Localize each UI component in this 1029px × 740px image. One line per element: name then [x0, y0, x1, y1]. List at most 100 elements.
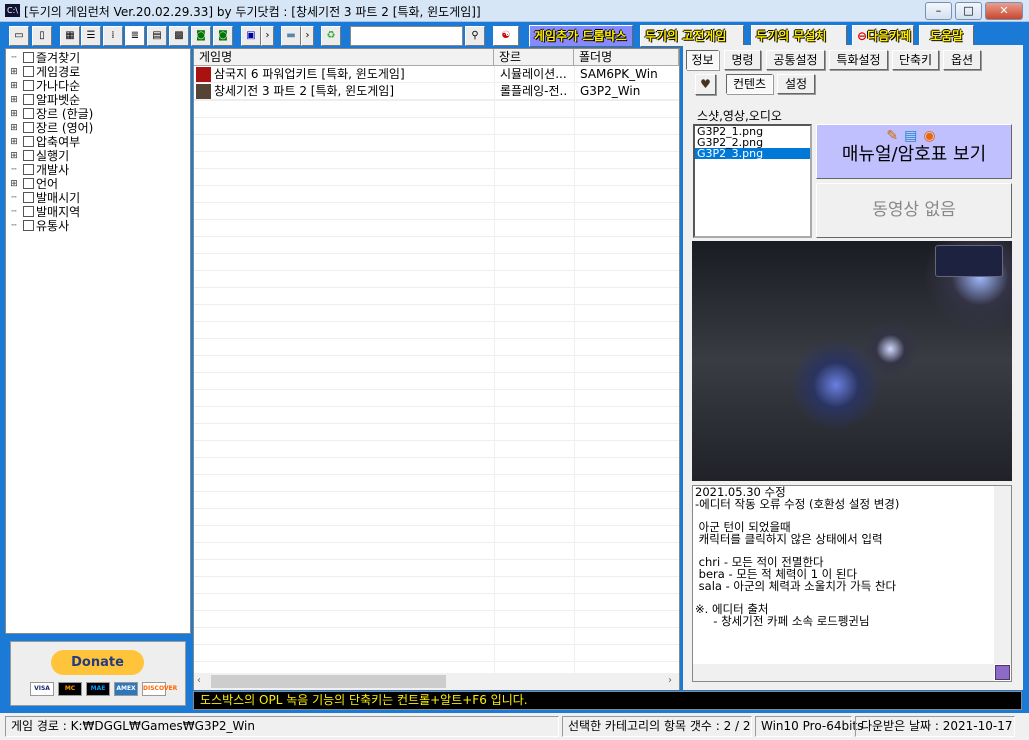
checkbox[interactable] [23, 192, 34, 203]
column-header-genre[interactable]: 장르 [494, 49, 574, 66]
grid-line [194, 661, 679, 662]
expand-icon[interactable]: ⊞ [10, 180, 18, 189]
tree-item[interactable]: ⊞ 압축여부 [6, 135, 190, 149]
favorite-heart-icon[interactable]: ♥ [695, 74, 716, 95]
column-header-folder[interactable]: 폴더명 [574, 49, 679, 66]
column-header-name[interactable]: 게임명 [194, 49, 494, 66]
tab-commands[interactable]: 명령 [724, 50, 761, 70]
minimize-button[interactable]: – [925, 2, 952, 20]
close-button[interactable]: ✕ [985, 2, 1023, 20]
view-list-icon[interactable]: ☰ [81, 26, 101, 46]
vertical-scrollbar[interactable] [994, 486, 1011, 664]
grid-line [194, 287, 679, 288]
media-file-list[interactable]: G3P2_1.png G3P2_2.png G3P2_3.png [693, 124, 812, 238]
table-row[interactable]: 창세기전 3 파트 2 [특화, 윈도게임] 롤플레잉-전.. G3P2_Win [194, 83, 679, 100]
maximize-button[interactable]: □ [955, 2, 982, 20]
folder-icon[interactable]: ▬ [281, 26, 301, 46]
checkbox[interactable] [23, 136, 34, 147]
binoculars-search-icon[interactable]: ⚲ [465, 26, 485, 46]
category-tree[interactable]: ┄ 즐겨찾기 ⊞ 게임경로 ⊞ 가나다순 ⊞ 알파벳순 ⊞ 장르 (한글) ⊞ 장르 (영어) ⊞ 압축여… [5, 48, 191, 634]
help-button[interactable]: 도움말 [919, 25, 974, 47]
grid-line [194, 151, 679, 152]
tree-item[interactable]: ⊞ 장르 (영어) [6, 121, 190, 135]
tree-item[interactable]: ⊞ 가나다순 [6, 79, 190, 93]
expand-icon[interactable]: ⊞ [10, 68, 18, 77]
refresh-icon[interactable]: ♻ [321, 26, 341, 46]
korea-flag-icon[interactable]: ☯ [493, 26, 519, 46]
tab-options[interactable]: 옵션 [943, 50, 981, 70]
dosbox-menu-arrow[interactable]: › [261, 26, 274, 46]
tree-item-label: 게임경로 [36, 65, 81, 79]
tree-line: ┄ [11, 53, 17, 63]
no-install-button[interactable]: 두기의 무설치 [751, 25, 847, 47]
daum-cafe-button[interactable]: ⊖다음카페 [852, 25, 914, 47]
scroll-thumb[interactable] [211, 675, 446, 688]
checkbox[interactable] [23, 164, 34, 175]
search-input[interactable] [350, 26, 463, 46]
expand-icon[interactable]: ⊞ [10, 96, 18, 105]
view-icons-icon[interactable]: ▦ [60, 26, 80, 46]
layout-single-icon[interactable]: ▭ [9, 26, 29, 46]
layout-split-icon[interactable]: ▯ [32, 26, 52, 46]
horizontal-scrollbar[interactable]: ‹ › [194, 673, 679, 690]
notes-textarea[interactable]: 2021.05.30 수정 -에디터 작동 오류 수정 (호환성 설정 변경) … [692, 485, 1012, 682]
checkbox[interactable] [23, 206, 34, 217]
game-thumbs-icon[interactable]: ◙ [191, 26, 211, 46]
checkbox[interactable] [23, 220, 34, 231]
window-title: [두기의 게임런처 Ver.20.02.29.33] by 두기닷컴 : [창세… [24, 5, 481, 19]
game-list[interactable]: 게임명 장르 폴더명 삼국지 6 파워업키트 [특화, 윈도게임] 시뮬레이션.… [193, 48, 680, 690]
checkbox[interactable] [23, 150, 34, 161]
no-video-button[interactable]: 동영상 없음 [816, 183, 1012, 238]
checkbox[interactable] [23, 108, 34, 119]
save-disk-icon[interactable] [995, 665, 1010, 680]
tree-item[interactable]: ┄ 유통사 [6, 219, 190, 233]
view-details-icon[interactable]: ≣ [125, 26, 145, 46]
tree-item[interactable]: ┄ 발매시기 [6, 191, 190, 205]
expand-icon[interactable]: ⊞ [10, 124, 18, 133]
tree-item[interactable]: ⊞ 게임경로 [6, 65, 190, 79]
tab-shortcuts[interactable]: 단축키 [892, 50, 939, 70]
game-name: 삼국지 6 파워업키트 [특화, 윈도게임] [214, 67, 405, 81]
view-grid-icon[interactable]: ▩ [169, 26, 189, 46]
tab-common-settings[interactable]: 공통설정 [766, 50, 825, 70]
tree-item[interactable]: ┄ 즐겨찾기 [6, 51, 190, 65]
expand-icon[interactable]: ⊞ [10, 82, 18, 91]
tab-special-settings[interactable]: 특화설정 [829, 50, 888, 70]
checkbox[interactable] [23, 178, 34, 189]
checkbox[interactable] [23, 52, 34, 63]
tree-item[interactable]: ┄ 개발사 [6, 163, 190, 177]
table-row[interactable]: 삼국지 6 파워업키트 [특화, 윈도게임] 시뮬레이션... SAM6PK_W… [194, 66, 679, 83]
file-item-selected[interactable]: G3P2_3.png [695, 148, 810, 159]
view-tiles-icon[interactable]: ▤ [147, 26, 167, 46]
tree-item-label: 장르 (한글) [36, 107, 94, 121]
grid-line [194, 576, 679, 577]
expand-icon[interactable]: ⊞ [10, 138, 18, 147]
expand-icon[interactable]: ⊞ [10, 152, 18, 161]
tree-item[interactable]: ⊞ 언어 [6, 177, 190, 191]
tree-item[interactable]: ⊞ 실행기 [6, 149, 190, 163]
horizontal-scrollbar[interactable] [693, 664, 994, 681]
add-game-dropbox-button[interactable]: 게임추가 드롭박스 [529, 25, 633, 47]
checkbox[interactable] [23, 122, 34, 133]
tree-item[interactable]: ⊞ 알파벳순 [6, 93, 190, 107]
tree-item[interactable]: ⊞ 장르 (한글) [6, 107, 190, 121]
checkbox[interactable] [23, 94, 34, 105]
game-large-icon[interactable]: ◙ [213, 26, 233, 46]
folder-menu-arrow[interactable]: › [301, 26, 314, 46]
subtab-contents[interactable]: 컨텐츠 [726, 74, 773, 94]
checkbox[interactable] [23, 80, 34, 91]
expand-icon[interactable]: ⊞ [10, 110, 18, 119]
view-small-icon[interactable]: ⁞ [103, 26, 123, 46]
classic-games-button[interactable]: 두기의 고전게임 [640, 25, 744, 47]
donate-button[interactable]: Donate [51, 650, 144, 675]
tab-info[interactable]: 정보 [686, 50, 719, 70]
tree-item[interactable]: ┄ 발매지역 [6, 205, 190, 219]
subtab-settings[interactable]: 설정 [777, 74, 815, 94]
app-icon: C:\ [5, 4, 20, 17]
info-panel: 정보 명령 공통설정 특화설정 단축키 옵션 ♥ 컨텐츠 설정 스샷,영상,오디… [683, 45, 1023, 690]
checkbox[interactable] [23, 66, 34, 77]
grid-line [194, 491, 679, 492]
dosbox-icon[interactable]: ▣ [241, 26, 261, 46]
grid-line [194, 321, 679, 322]
manual-button[interactable]: ✎▤◉ 매뉴얼/암호표 보기 [816, 124, 1012, 179]
